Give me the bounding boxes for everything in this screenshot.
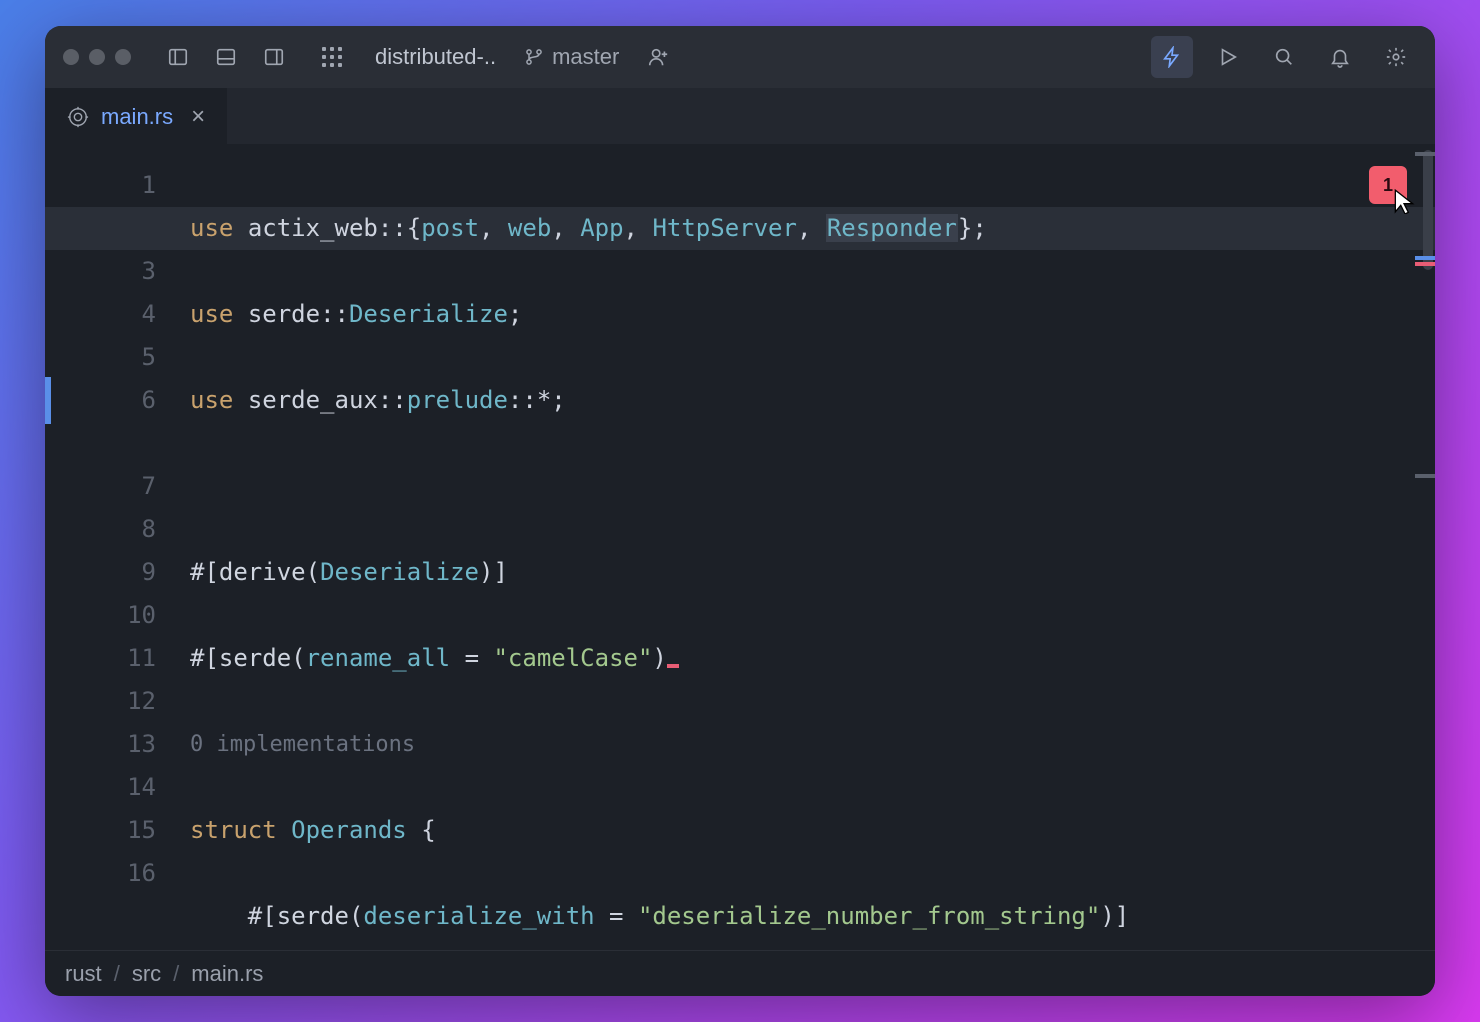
git-branch[interactable]: master	[524, 44, 619, 70]
grid-icon[interactable]	[313, 38, 351, 76]
code-line: #[serde(rename_all = "camelCase")	[190, 637, 1435, 680]
bell-icon[interactable]	[1319, 36, 1361, 78]
breadcrumb-seg[interactable]: src	[132, 961, 161, 987]
code-area[interactable]: use actix_web::{post, web, App, HttpServ…	[190, 144, 1435, 950]
scroll-thumb[interactable]	[1423, 150, 1433, 270]
minimize-window-icon[interactable]	[89, 49, 105, 65]
settings-icon[interactable]	[1375, 36, 1417, 78]
project-name[interactable]: distributed-..	[375, 44, 496, 70]
tab-bar: main.rs ×	[45, 88, 1435, 144]
cursor	[667, 664, 679, 668]
scroll-marker	[1415, 262, 1435, 266]
search-icon[interactable]	[1263, 36, 1305, 78]
branch-icon	[524, 47, 544, 67]
titlebar: distributed-.. master	[45, 26, 1435, 88]
scroll-marker	[1415, 474, 1435, 478]
breadcrumb[interactable]: rust / src / main.rs	[45, 950, 1435, 996]
scrollbar[interactable]	[1415, 144, 1435, 950]
panel-left-icon[interactable]	[159, 38, 197, 76]
code-line: #[serde(deserialize_with = "deserialize_…	[190, 895, 1435, 938]
code-line: #[derive(Deserialize)]	[190, 551, 1435, 594]
breadcrumb-sep: /	[173, 961, 179, 987]
code-line: use serde::Deserialize;	[190, 293, 1435, 336]
maximize-window-icon[interactable]	[115, 49, 131, 65]
editor-window: distributed-.. master	[45, 26, 1435, 996]
code-line: use actix_web::{post, web, App, HttpServ…	[45, 207, 1435, 250]
code-line: struct Operands {	[190, 809, 1435, 852]
branch-name: master	[552, 44, 619, 70]
run-icon[interactable]	[1207, 36, 1249, 78]
tab-main-rs[interactable]: main.rs ×	[45, 88, 227, 144]
breadcrumb-sep: /	[114, 961, 120, 987]
gutter-marker	[45, 377, 51, 424]
line-gutter: 1 2 3 4 5 6 7 8 9 10 11 12 13 14 15 16	[45, 144, 190, 950]
scroll-marker	[1415, 152, 1435, 156]
window-controls	[63, 49, 131, 65]
tab-close-icon[interactable]: ×	[191, 103, 205, 131]
tab-filename: main.rs	[101, 104, 173, 130]
panel-bottom-icon[interactable]	[207, 38, 245, 76]
code-line: use serde_aux::prelude::*;	[190, 379, 1435, 422]
add-user-icon[interactable]	[639, 38, 677, 76]
rust-file-icon	[67, 106, 89, 128]
scroll-marker	[1415, 256, 1435, 260]
close-window-icon[interactable]	[63, 49, 79, 65]
breadcrumb-seg[interactable]: rust	[65, 961, 102, 987]
code-line	[190, 465, 1435, 508]
mouse-cursor-icon	[1391, 188, 1417, 219]
inlay-hint[interactable]: 0 implementations	[190, 723, 1435, 766]
editor[interactable]: 1 2 3 4 5 6 7 8 9 10 11 12 13 14 15 16 u…	[45, 144, 1435, 950]
ai-lightning-icon[interactable]	[1151, 36, 1193, 78]
breadcrumb-seg[interactable]: main.rs	[191, 961, 263, 987]
panel-right-icon[interactable]	[255, 38, 293, 76]
